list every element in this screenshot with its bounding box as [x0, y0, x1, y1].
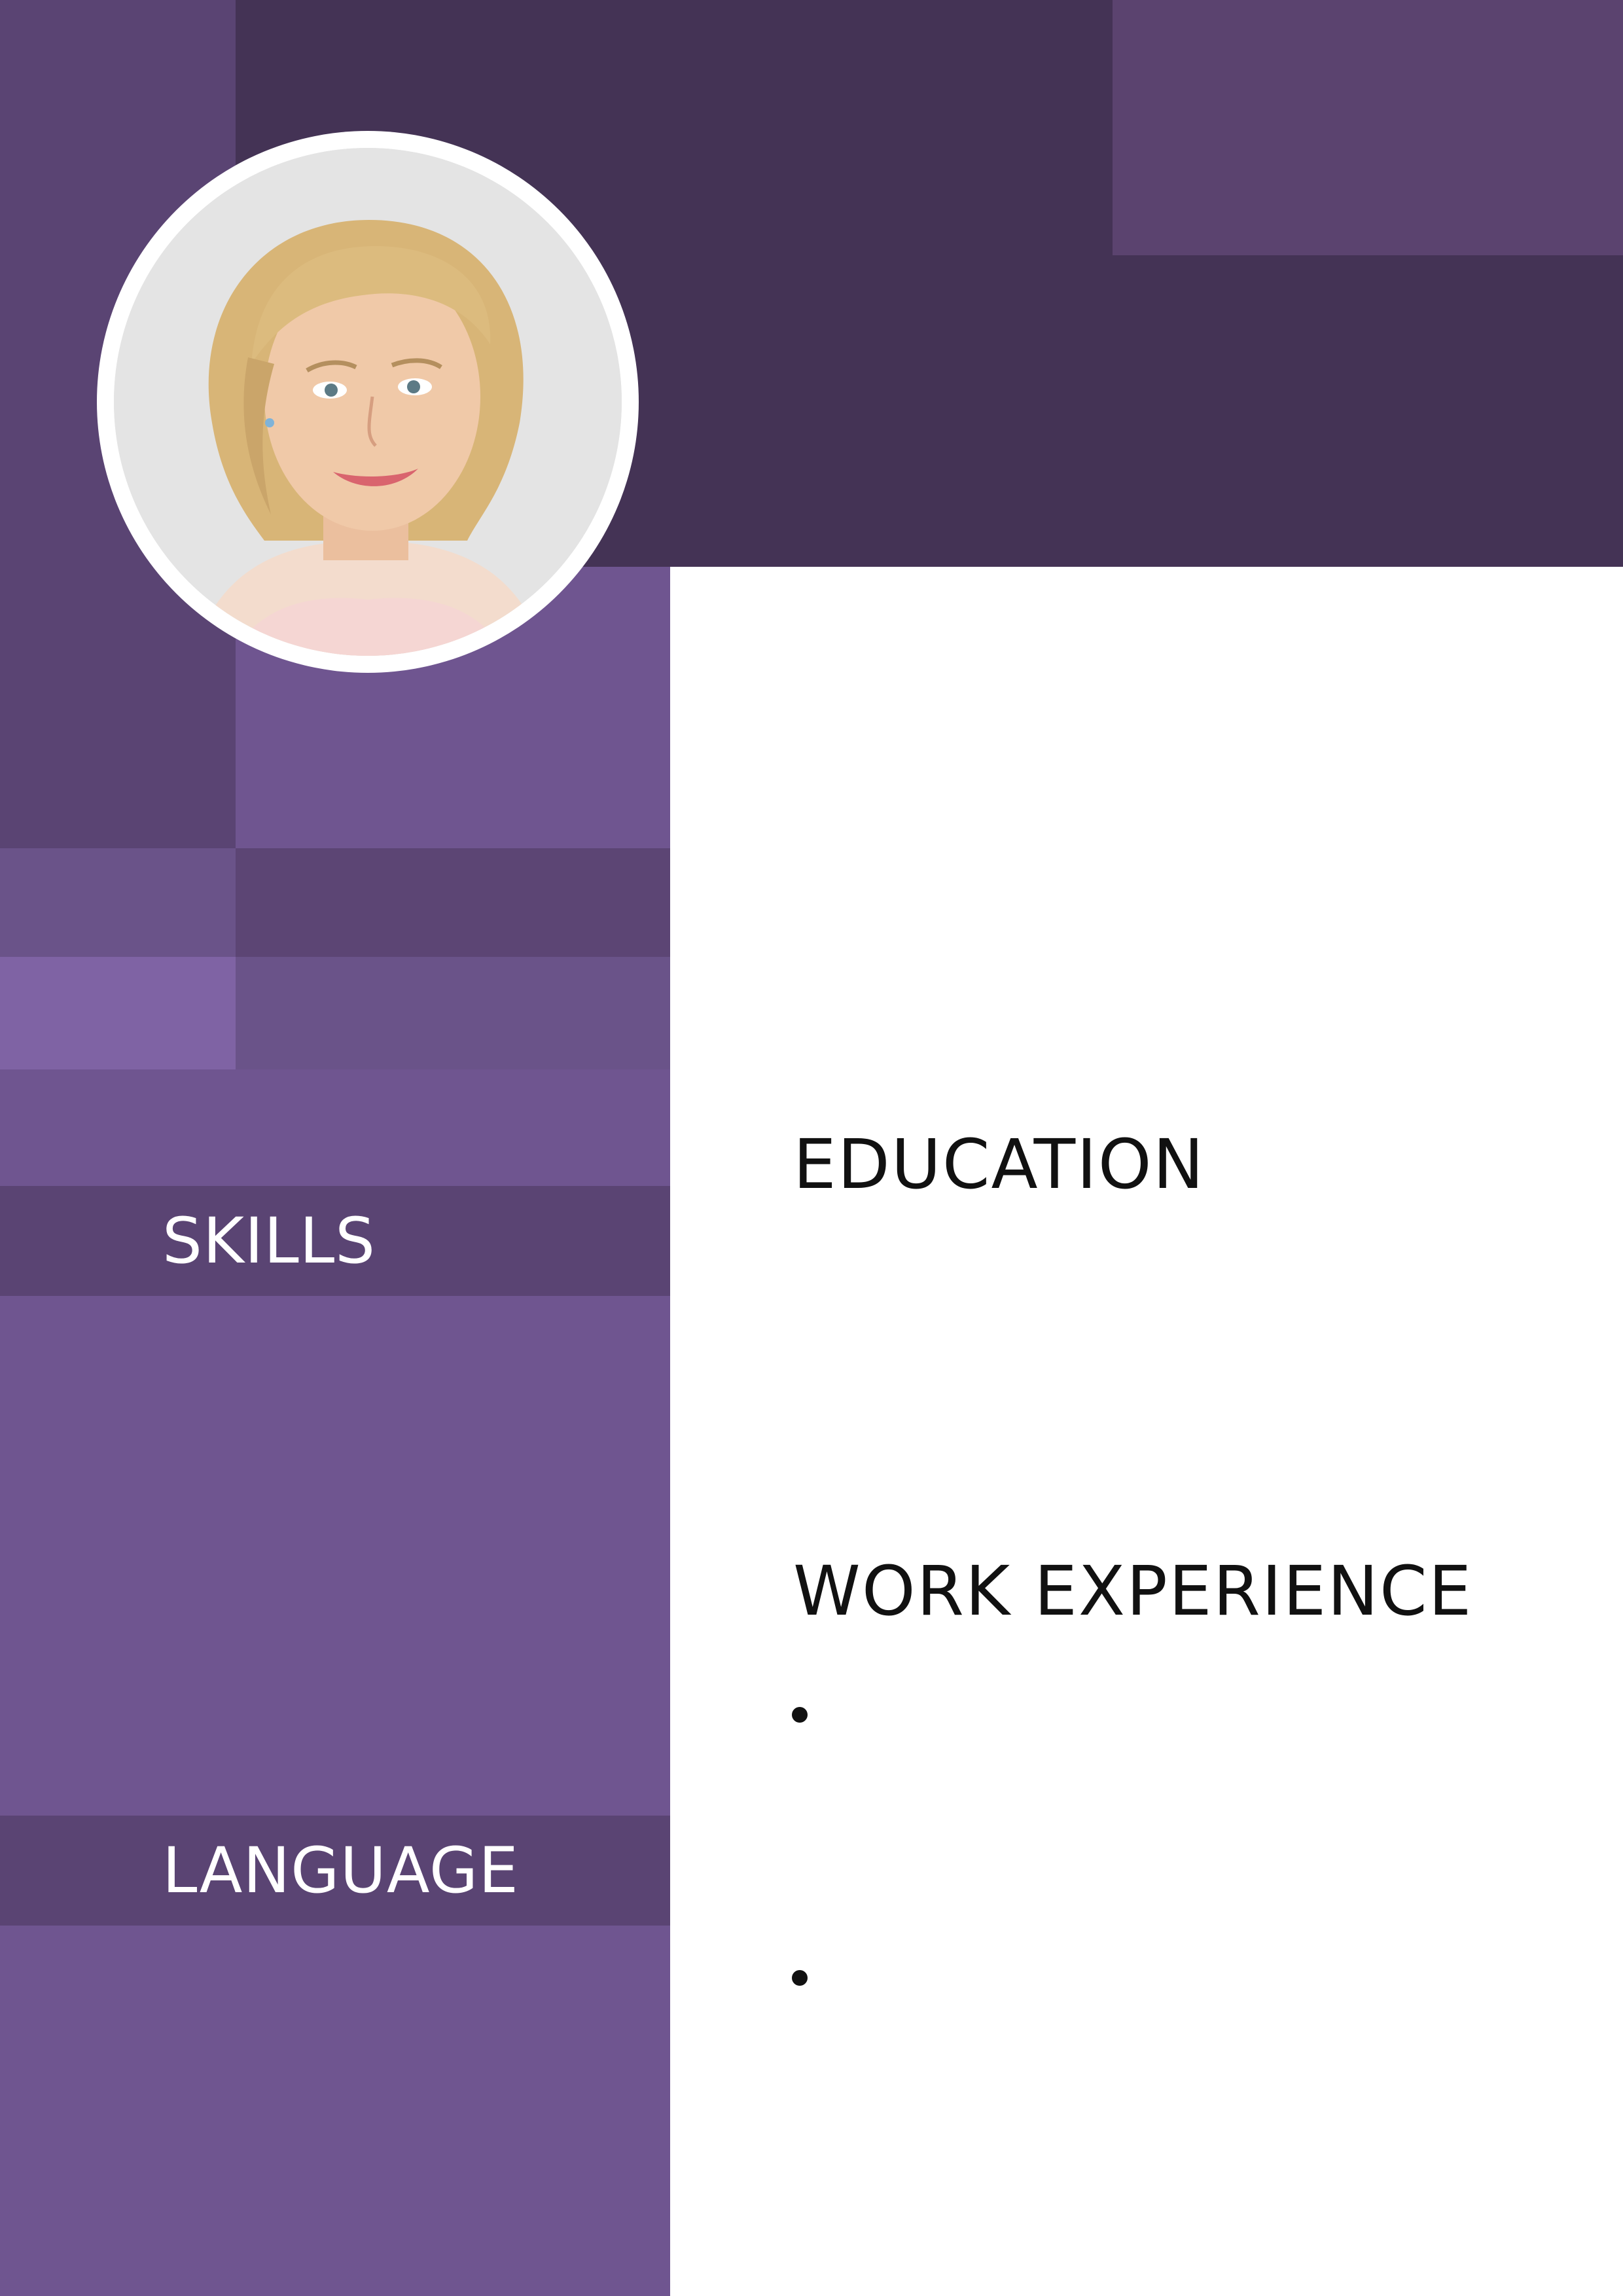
work-experience-bullet-1	[792, 1707, 808, 1723]
language-heading: LANGUAGE	[162, 1834, 519, 1907]
background-block-accent	[0, 957, 236, 1069]
work-experience-bullet-2	[792, 1970, 808, 1986]
portrait-illustration	[114, 148, 622, 656]
language-section-band: LANGUAGE	[0, 1816, 670, 1926]
profile-photo	[114, 148, 622, 656]
background-block-right	[1113, 255, 1623, 567]
background-block-top-right	[1113, 0, 1623, 255]
background-block-mid-left	[0, 848, 236, 957]
skills-heading: SKILLS	[162, 1204, 376, 1278]
main-content-card	[670, 567, 1623, 2296]
work-experience-heading: WORK EXPERIENCE	[793, 1551, 1473, 1631]
education-heading: EDUCATION	[793, 1124, 1205, 1204]
background-block-mid-right	[236, 848, 670, 957]
skills-section-band: SKILLS	[0, 1186, 670, 1296]
background-block-mid-right-lower	[236, 957, 670, 1069]
